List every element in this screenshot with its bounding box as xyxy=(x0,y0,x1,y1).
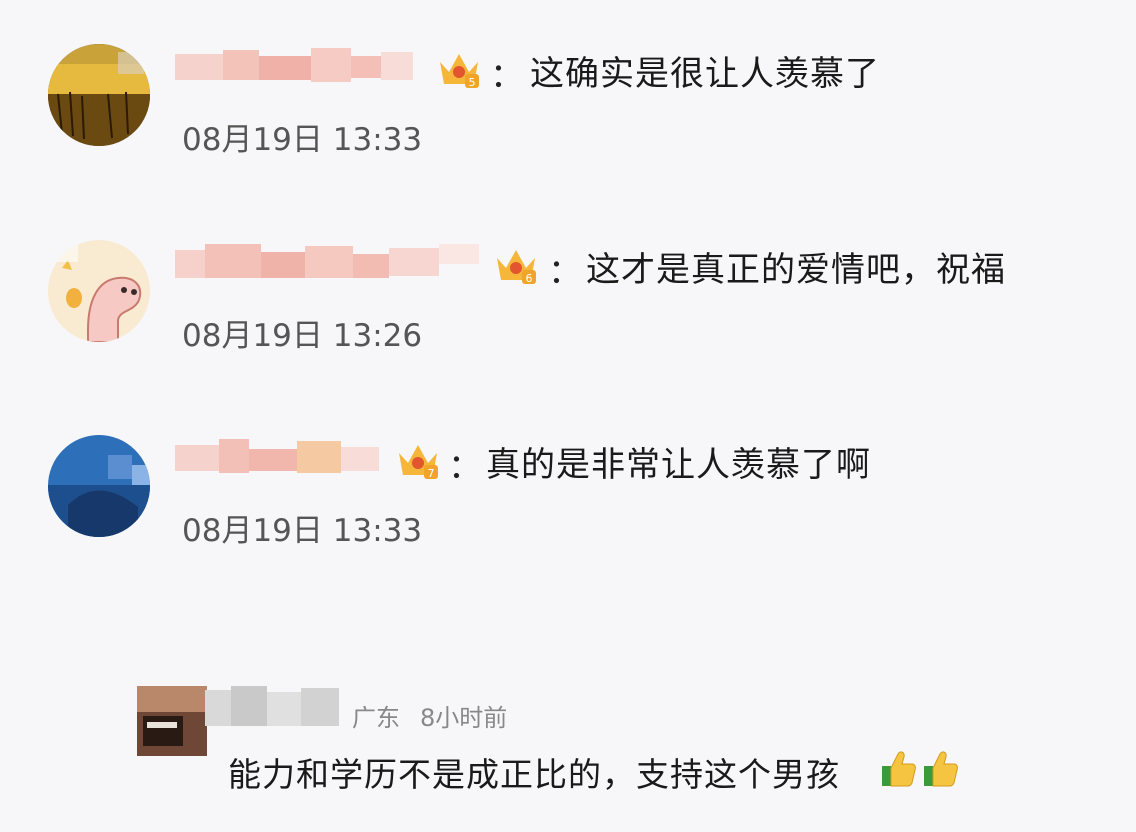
colon: ： xyxy=(448,447,482,487)
crown-level-number: 5 xyxy=(469,76,476,89)
crown-level-number: 7 xyxy=(428,467,435,480)
crown-level-icon: 5 xyxy=(437,50,481,90)
comment-item: 7 ： 真的是非常让人羡慕了啊 08月19日 13:33 xyxy=(0,435,1136,575)
crown-level-number: 6 xyxy=(526,272,533,285)
comment-text: 这才是真正的爱情吧，祝福 xyxy=(586,250,1006,290)
avatar[interactable] xyxy=(48,435,150,537)
crown-level-icon: 7 xyxy=(396,441,440,481)
username-blurred[interactable] xyxy=(175,244,480,288)
comment-time: 08月19日 13:33 xyxy=(182,513,423,549)
reply-item: 广东 8小时前 能力和学历不是成正比的，支持这个男孩 xyxy=(0,680,1136,820)
username-blurred[interactable] xyxy=(205,686,340,730)
comment-time: 08月19日 13:33 xyxy=(182,122,423,158)
avatar[interactable] xyxy=(48,44,150,146)
username-blurred[interactable] xyxy=(175,48,415,92)
comment-item: 6 ： 这才是真正的爱情吧，祝福 08月19日 13:26 xyxy=(0,240,1136,380)
avatar[interactable] xyxy=(48,240,150,342)
thumbs-up-icon xyxy=(922,748,958,788)
comment-time: 08月19日 13:26 xyxy=(182,318,423,354)
reply-text: 能力和学历不是成正比的，支持这个男孩 xyxy=(228,755,840,794)
comment-text: 真的是非常让人羡慕了啊 xyxy=(486,445,871,485)
crown-level-icon: 6 xyxy=(494,246,538,286)
thumbs-up-icon xyxy=(880,748,916,788)
reply-location: 广东 xyxy=(352,704,400,732)
comment-item: 5 ： 这确实是很让人羡慕了 08月19日 13:33 xyxy=(0,44,1136,184)
colon: ： xyxy=(490,56,524,96)
avatar[interactable] xyxy=(137,686,207,756)
comment-text: 这确实是很让人羡慕了 xyxy=(530,54,880,94)
reply-time: 8小时前 xyxy=(420,704,508,732)
username-blurred[interactable] xyxy=(175,439,380,483)
colon: ： xyxy=(548,252,582,292)
